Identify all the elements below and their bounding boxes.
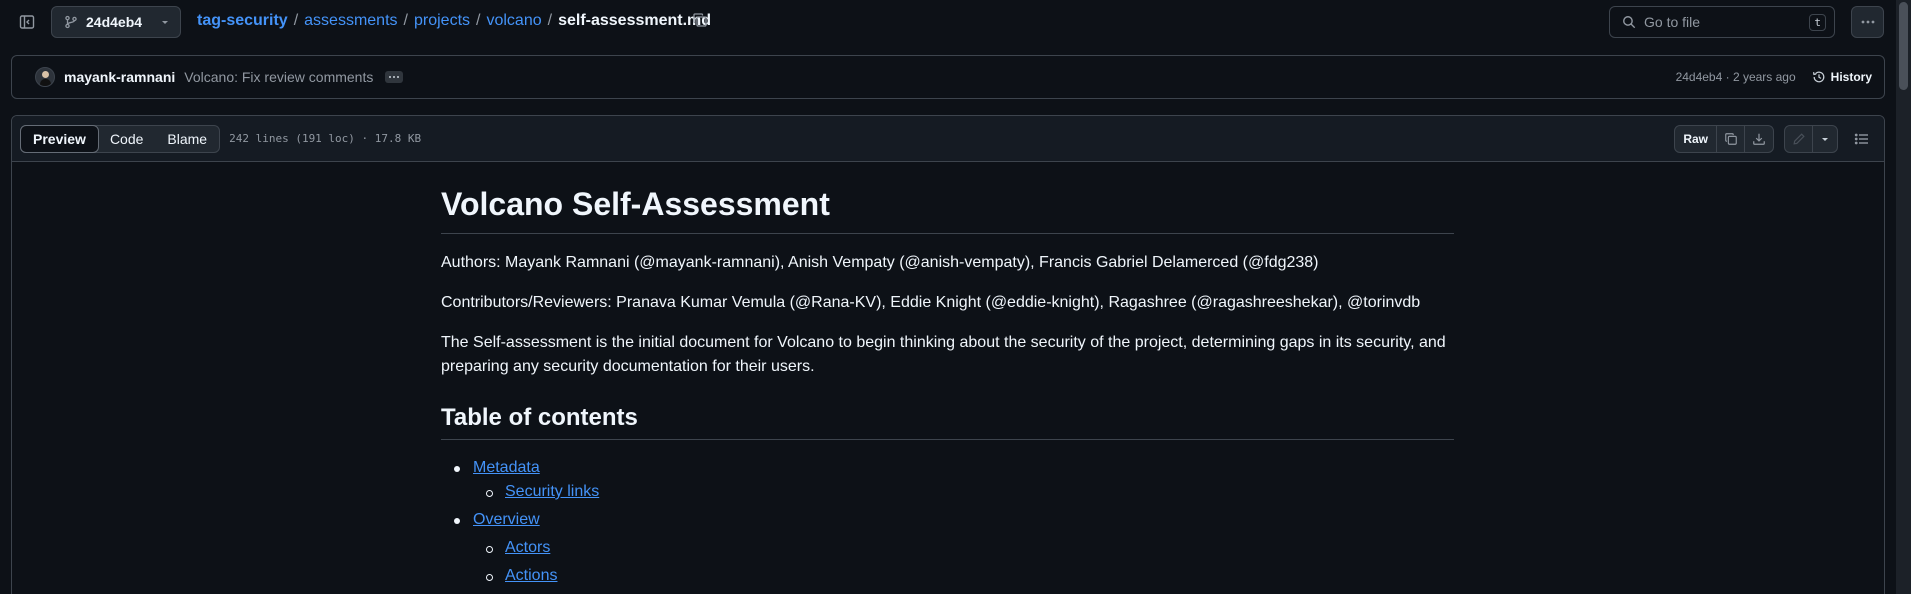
breadcrumb-link-projects[interactable]: projects [414,12,470,30]
avatar[interactable] [35,67,55,87]
list-item: Security links [441,480,1454,504]
commit-expand-button[interactable] [385,71,404,83]
page-scrollbar[interactable] [1896,0,1911,594]
more-options-button[interactable] [1851,6,1884,38]
commit-meta[interactable]: 24d4eb4 · 2 years ago [1676,70,1796,84]
branch-label: 24d4eb4 [86,14,143,30]
list-item: Actions [441,564,1454,588]
table-of-contents: Metadata Security links Overview Actors … [441,456,1454,588]
history-label: History [1830,70,1872,84]
edit-dropdown-chevron-icon[interactable] [1813,126,1837,152]
list-item: Metadata [441,456,1454,480]
commit-message-link[interactable]: Volcano: Fix review comments [184,69,373,85]
git-branch-icon [64,15,78,29]
pencil-icon[interactable] [1785,125,1813,152]
breadcrumb: tag-security / assessments / projects / … [197,12,712,30]
toc-link-actions[interactable]: Actions [505,567,557,584]
list-item: Overview [441,508,1454,532]
chevron-down-icon [160,17,170,27]
document-title: Volcano Self-Assessment [441,184,1454,234]
toc-link-security-links[interactable]: Security links [505,483,599,500]
copy-raw-icon[interactable] [1717,125,1745,152]
breadcrumb-repo-link[interactable]: tag-security [197,12,288,30]
breadcrumb-link-volcano[interactable]: volcano [486,12,541,30]
toc-link-overview[interactable]: Overview [473,511,540,528]
view-mode-tabs: Preview Code Blame [20,124,221,153]
go-to-file-placeholder: Go to file [1644,14,1701,30]
commit-author-link[interactable]: mayank-ramnani [64,69,175,85]
go-to-file-input[interactable]: Go to file t [1609,6,1835,38]
raw-actions-group: Raw [1674,124,1774,153]
search-icon [1622,15,1636,29]
scrollbar-thumb[interactable] [1899,2,1908,90]
tab-code[interactable]: Code [98,126,155,152]
toc-link-metadata[interactable]: Metadata [473,459,540,476]
breadcrumb-current-file: self-assessment.md [558,12,712,29]
download-icon[interactable] [1745,126,1773,152]
contributors-paragraph: Contributors/Reviewers: Pranava Kumar Ve… [441,294,1421,311]
history-icon [1812,70,1826,84]
history-button[interactable]: History [1812,70,1872,84]
branch-selector-button[interactable]: 24d4eb4 [51,6,181,38]
edit-actions-group [1784,124,1838,153]
intro-paragraph: The Self-assessment is the initial docum… [441,334,1446,375]
file-info: 242 lines (191 loc) · 17.8 KB [229,132,422,145]
list-item: Actors [441,536,1454,560]
shortcut-key-badge: t [1809,13,1826,31]
top-bar: 24d4eb4 tag-security / assessments / pro… [0,0,1911,44]
tab-preview[interactable]: Preview [20,124,99,153]
copy-path-icon[interactable] [692,12,710,30]
toc-heading: Table of contents [441,403,1454,440]
outline-list-icon[interactable] [1848,125,1876,153]
latest-commit-bar: mayank-ramnani Volcano: Fix review comme… [11,55,1885,99]
tab-blame[interactable]: Blame [155,126,219,152]
breadcrumb-link-assessments[interactable]: assessments [304,12,397,30]
kebab-horizontal-icon [1860,14,1876,30]
markdown-body: Volcano Self-Assessment Authors: Mayank … [441,184,1454,588]
toc-link-actors[interactable]: Actors [505,539,550,556]
authors-paragraph: Authors: Mayank Ramnani (@mayank-ramnani… [441,254,1319,271]
sidebar-toggle-icon[interactable] [17,12,37,32]
raw-button[interactable]: Raw [1675,125,1717,152]
file-actions: Raw [1674,124,1876,153]
file-header: Preview Code Blame 242 lines (191 loc) ·… [12,116,1884,162]
